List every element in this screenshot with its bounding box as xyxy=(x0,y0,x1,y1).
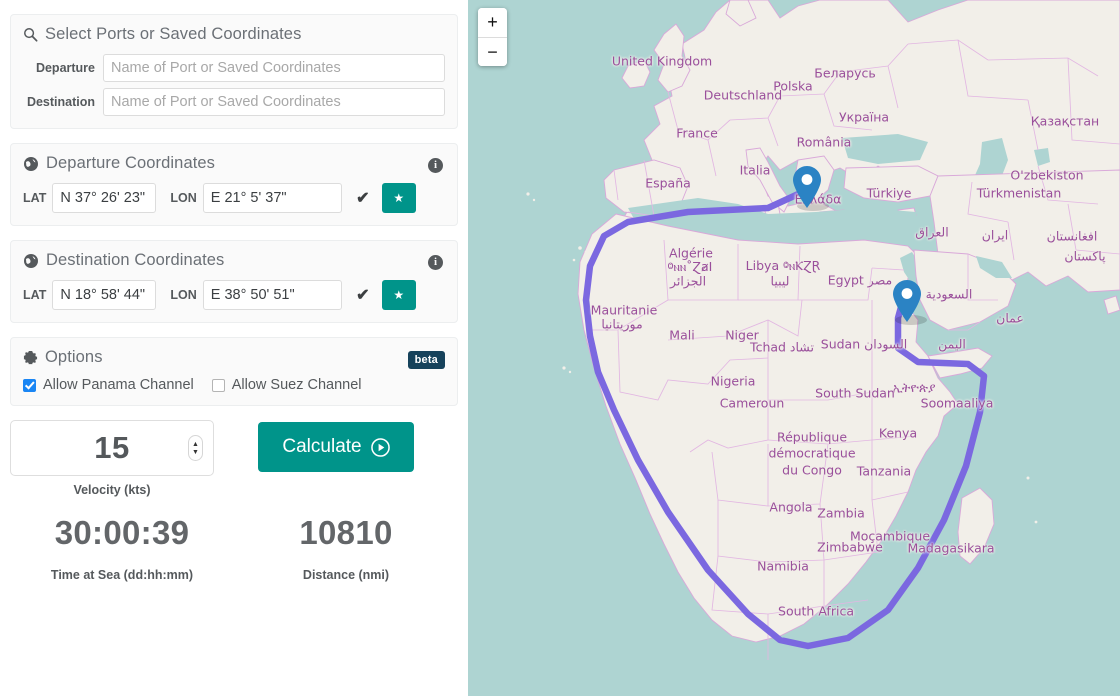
destination-search-row: Destination xyxy=(23,88,445,116)
select-ports-title-text: Select Ports or Saved Coordinates xyxy=(45,25,302,43)
play-circle-icon xyxy=(370,437,390,457)
zoom-in-button[interactable]: + xyxy=(478,8,507,37)
app-root: Select Ports or Saved Coordinates Depart… xyxy=(0,0,1120,696)
allow-suez-channel-checkbox[interactable]: Allow Suez Channel xyxy=(211,377,362,393)
destination-save-star-button[interactable]: ★ xyxy=(381,280,416,310)
globe-icon xyxy=(23,253,39,269)
destination-valid-check-icon: ✔ xyxy=(356,287,370,304)
destination-info-icon[interactable]: i xyxy=(428,255,443,270)
map-zoom-controls[interactable]: + − xyxy=(478,8,507,66)
results-row: 30:00:39 Time at Sea (dd:hh:mm) 10810 Di… xyxy=(10,514,458,582)
star-icon: ★ xyxy=(393,288,405,302)
distance-caption: Distance (nmi) xyxy=(302,568,390,582)
gear-icon xyxy=(23,350,38,365)
time-at-sea-caption: Time at Sea (dd:hh:mm) xyxy=(50,568,194,582)
distance-result: 10810 Distance (nmi) xyxy=(234,514,458,582)
allow-suez-channel-label: Allow Suez Channel xyxy=(231,377,362,393)
stepper-down-icon[interactable]: ▼ xyxy=(192,449,199,456)
velocity-field-group: 15 ▲ ▼ Velocity (kts) xyxy=(10,420,214,497)
allow-panama-channel-checkbox[interactable]: Allow Panama Channel xyxy=(23,377,194,393)
destination-search-label: Destination xyxy=(26,95,95,109)
departure-lon-label: LON xyxy=(170,191,197,205)
globe-icon xyxy=(23,156,39,172)
departure-lon-input[interactable] xyxy=(202,183,342,213)
route-map[interactable]: .land { fill:#f2efe9; stroke:#d9a8d9; st… xyxy=(468,0,1120,696)
velocity-value[interactable]: 15 xyxy=(94,430,129,466)
distance-value: 10810 xyxy=(299,514,393,551)
options-title-text: Options xyxy=(45,348,103,366)
calculate-button[interactable]: Calculate xyxy=(258,422,414,472)
departure-search-row: Departure xyxy=(23,54,445,82)
options-title: Options xyxy=(23,348,445,367)
select-ports-panel: Select Ports or Saved Coordinates Depart… xyxy=(10,14,458,129)
calculate-row: 15 ▲ ▼ Velocity (kts) Calculate xyxy=(10,420,458,497)
options-panel: beta Options Allow Panama Channel Allow … xyxy=(10,337,458,406)
velocity-stepper[interactable]: 15 ▲ ▼ xyxy=(10,420,214,476)
departure-coordinates-title-text: Departure Coordinates xyxy=(46,154,216,172)
departure-info-icon[interactable]: i xyxy=(428,158,443,173)
destination-lat-input[interactable] xyxy=(52,280,157,310)
stepper-up-icon[interactable]: ▲ xyxy=(192,441,199,448)
destination-coordinates-title: Destination Coordinates xyxy=(23,251,445,270)
destination-lon-label: LON xyxy=(170,288,197,302)
destination-lon-input[interactable] xyxy=(202,280,342,310)
time-at-sea-result: 30:00:39 Time at Sea (dd:hh:mm) xyxy=(10,514,234,582)
departure-coordinates-panel: i Departure Coordinates LAT LON ✔ ★ xyxy=(10,143,458,226)
destination-coordinates-title-text: Destination Coordinates xyxy=(46,251,225,269)
destination-search-input[interactable] xyxy=(103,88,445,116)
calculation-area: 15 ▲ ▼ Velocity (kts) Calculate 30:00:39… xyxy=(0,406,468,582)
options-checkbox-group: Allow Panama Channel Allow Suez Channel xyxy=(23,377,445,393)
destination-lat-label: LAT xyxy=(23,288,47,302)
departure-search-input[interactable] xyxy=(103,54,445,82)
calculate-button-cell: Calculate xyxy=(214,420,458,472)
calculate-button-label: Calculate xyxy=(282,436,362,457)
departure-coordinates-row: LAT LON ✔ ★ xyxy=(23,183,445,213)
star-icon: ★ xyxy=(393,191,405,205)
destination-coordinates-panel: i Destination Coordinates LAT LON ✔ ★ xyxy=(10,240,458,323)
departure-valid-check-icon: ✔ xyxy=(356,190,370,207)
map-pin-icon xyxy=(893,280,921,322)
checkbox-checked-icon xyxy=(23,378,36,392)
beta-badge: beta xyxy=(407,351,445,369)
left-control-panel: Select Ports or Saved Coordinates Depart… xyxy=(0,0,468,696)
departure-coordinates-title: Departure Coordinates xyxy=(23,154,445,173)
velocity-spinner-arrows[interactable]: ▲ ▼ xyxy=(188,435,203,461)
search-icon xyxy=(23,27,38,42)
velocity-label: Velocity (kts) xyxy=(73,483,151,497)
destination-coordinates-row: LAT LON ✔ ★ xyxy=(23,280,445,310)
departure-save-star-button[interactable]: ★ xyxy=(381,183,416,213)
allow-panama-channel-label: Allow Panama Channel xyxy=(43,377,194,393)
departure-search-label: Departure xyxy=(35,61,95,75)
departure-lat-label: LAT xyxy=(23,191,47,205)
departure-lat-input[interactable] xyxy=(52,183,157,213)
select-ports-title: Select Ports or Saved Coordinates xyxy=(23,25,445,44)
time-at-sea-value: 30:00:39 xyxy=(54,514,190,551)
map-pin-icon xyxy=(793,166,821,208)
checkbox-unchecked-icon xyxy=(211,378,225,392)
zoom-out-button[interactable]: − xyxy=(478,37,507,66)
map-graphics: .land { fill:#f2efe9; stroke:#d9a8d9; st… xyxy=(468,0,1120,696)
